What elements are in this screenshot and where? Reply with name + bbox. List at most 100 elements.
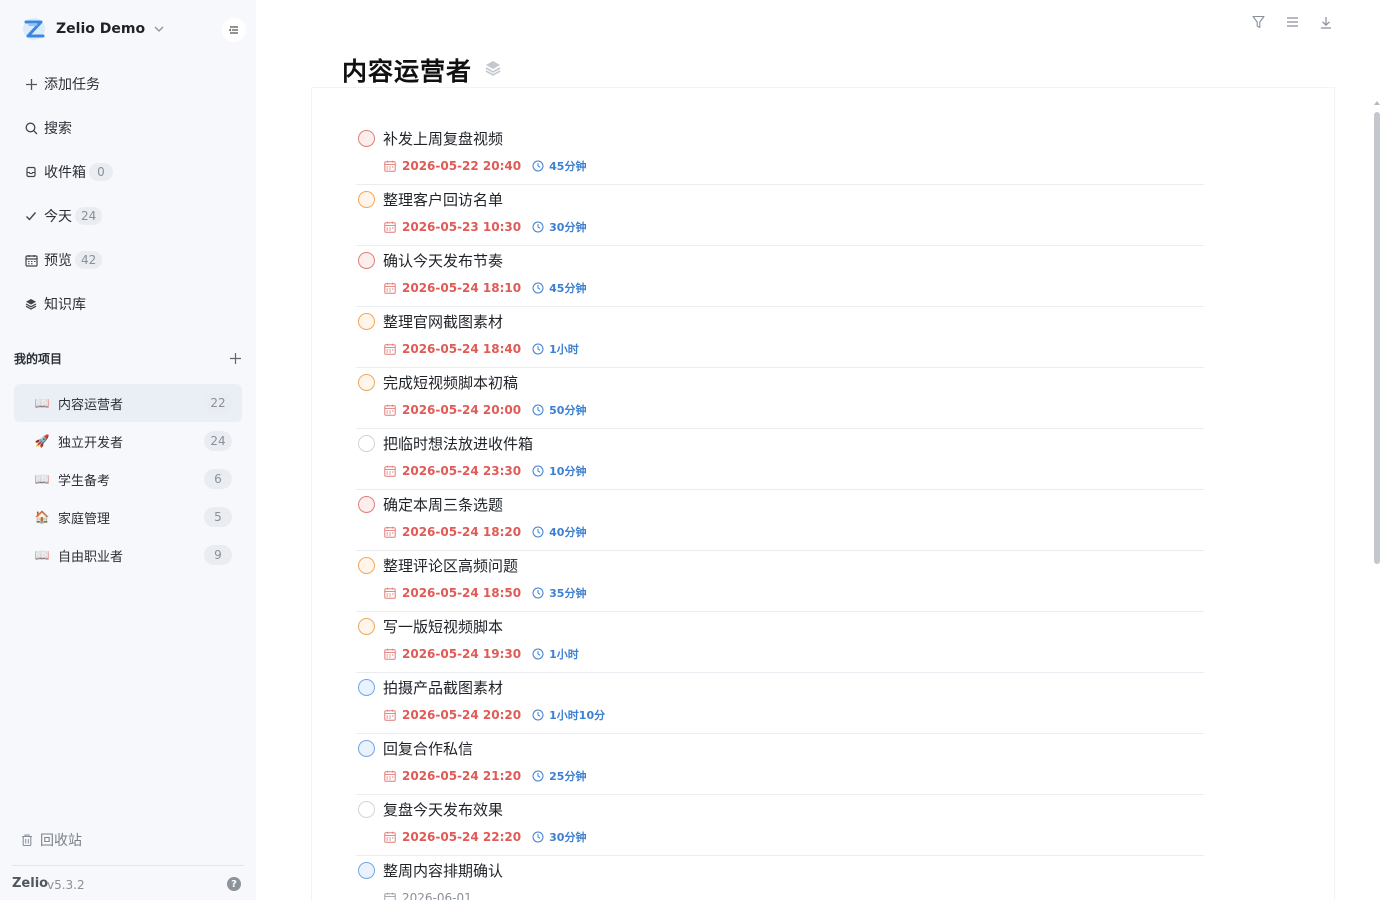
task-meta: 2026-05-24 18:10 45分钟 [384,281,586,295]
clock-icon [532,282,544,294]
task-row[interactable]: 整理官网截图素材 2026-05-24 18:40 1小时 [356,307,1204,368]
task-meta: 2026-05-24 18:40 1小时 [384,342,579,356]
clock-icon [532,709,544,721]
project-count-badge: 5 [204,507,232,527]
task-title: 整周内容排期确认 [383,862,504,880]
task-checkbox[interactable] [358,557,375,574]
task-meta: 2026-05-24 22:20 30分钟 [384,830,586,844]
task-row[interactable]: 把临时想法放进收件箱 2026-05-24 23:30 10分钟 [356,429,1204,490]
scrollbar-thumb[interactable] [1374,112,1380,564]
calendar-icon [384,160,396,172]
task-due-date: 2026-05-23 10:30 [402,220,522,234]
project-list: 📖 内容运营者 22 🚀 独立开发者 24 📖 学生备考 6 🏠 家庭管理 5 … [14,384,242,574]
task-duration: 25分钟 [549,770,587,783]
task-title: 把临时想法放进收件箱 [383,435,534,453]
task-duration: 40分钟 [549,526,587,539]
task-checkbox[interactable] [358,191,375,208]
task-duration: 30分钟 [549,221,587,234]
workspace-switcher[interactable]: Zelio Demo [22,16,165,42]
project-item-family-management[interactable]: 🏠 家庭管理 5 [14,498,242,536]
task-due-date: 2026-05-24 18:40 [402,342,522,356]
task-meta: 2026-06-01 [384,891,472,900]
task-checkbox[interactable] [358,374,375,391]
clock-icon [532,770,544,782]
task-row[interactable]: 确认今天发布节奏 2026-05-24 18:10 45分钟 [356,246,1204,307]
project-label: 内容运营者 [58,397,124,413]
nav-today[interactable]: 今天 24 [0,194,256,238]
clock-icon [532,648,544,660]
task-due-date: 2026-05-24 21:20 [402,769,522,783]
task-row[interactable]: 整理评论区高频问题 2026-05-24 18:50 35分钟 [356,551,1204,612]
task-list: 补发上周复盘视频 2026-05-22 20:40 45分钟 整理客户回访名单 … [356,124,1204,900]
task-checkbox[interactable] [358,618,375,635]
task-row[interactable]: 确定本周三条选题 2026-05-24 18:20 40分钟 [356,490,1204,551]
task-due-date: 2026-05-24 20:20 [402,708,522,722]
house-icon: 🏠 [34,510,50,524]
task-row[interactable]: 完成短视频脚本初稿 2026-05-24 20:00 50分钟 [356,368,1204,429]
task-row[interactable]: 拍摄产品截图素材 2026-05-24 20:20 1小时10分 [356,673,1204,734]
task-checkbox[interactable] [358,130,375,147]
trash-icon [22,834,32,847]
nav-knowledge[interactable]: 知识库 [0,282,256,326]
task-checkbox[interactable] [358,862,375,879]
chevron-down-icon [154,26,164,32]
task-meta: 2026-05-24 18:20 40分钟 [384,525,586,539]
trash-label: 回收站 [40,833,82,849]
help-icon[interactable]: ? [227,877,241,891]
nav-inbox[interactable]: 收件箱 0 [0,150,256,194]
task-checkbox[interactable] [358,313,375,330]
task-checkbox[interactable] [358,740,375,757]
trash-link[interactable]: 回收站 [20,830,82,850]
calendar-icon [384,221,396,233]
footer-divider [12,865,244,866]
task-due-date: 2026-05-24 19:30 [402,647,522,661]
task-duration: 45分钟 [549,160,587,173]
task-row[interactable]: 补发上周复盘视频 2026-05-22 20:40 45分钟 [356,124,1204,185]
task-checkbox[interactable] [358,496,375,513]
search-icon [24,121,38,135]
task-row[interactable]: 复盘今天发布效果 2026-05-24 22:20 30分钟 [356,795,1204,856]
filter-icon[interactable] [1250,14,1266,30]
nav-add-task[interactable]: 添加任务 [0,62,256,106]
project-item-content-operator[interactable]: 📖 内容运营者 22 [14,384,242,422]
calendar-icon [384,892,396,900]
task-row[interactable]: 整理客户回访名单 2026-05-23 10:30 30分钟 [356,185,1204,246]
task-row[interactable]: 整周内容排期确认 2026-06-01 [356,856,1204,900]
menu-icon[interactable] [1284,14,1300,30]
task-due-date: 2026-05-22 20:40 [402,159,522,173]
task-title: 确认今天发布节奏 [383,252,504,270]
layers-icon[interactable] [484,59,502,77]
task-duration: 1小时10分 [549,709,606,722]
task-meta: 2026-05-24 19:30 1小时 [384,647,579,661]
nav-knowledge-label: 知识库 [44,297,86,313]
add-project-plus-icon[interactable] [229,352,242,365]
collapse-sidebar-button[interactable] [222,18,246,42]
project-count-badge: 22 [204,393,232,413]
task-title: 补发上周复盘视频 [383,130,504,148]
calendar-icon [384,282,396,294]
task-checkbox[interactable] [358,679,375,696]
calendar-icon [24,253,38,267]
task-title: 拍摄产品截图素材 [383,679,504,697]
project-item-student-exam[interactable]: 📖 学生备考 6 [14,460,242,498]
task-checkbox[interactable] [358,801,375,818]
project-item-indie-developer[interactable]: 🚀 独立开发者 24 [14,422,242,460]
clock-icon [532,404,544,416]
project-item-freelancer[interactable]: 📖 自由职业者 9 [14,536,242,574]
task-meta: 2026-05-24 18:50 35分钟 [384,586,586,600]
task-row[interactable]: 写一版短视频脚本 2026-05-24 19:30 1小时 [356,612,1204,673]
book-icon: 📖 [34,396,50,410]
nav-preview[interactable]: 预览 42 [0,238,256,282]
scroll-up-arrow-icon[interactable] [1373,100,1381,106]
task-checkbox[interactable] [358,435,375,452]
task-duration: 35分钟 [549,587,587,600]
page-title: 内容运营者 [342,57,473,86]
rocket-icon: 🚀 [34,434,50,448]
task-due-date: 2026-05-24 18:20 [402,525,522,539]
task-due-date: 2026-05-24 20:00 [402,403,522,417]
download-icon[interactable] [1318,14,1334,30]
task-checkbox[interactable] [358,252,375,269]
main-content: 内容运营者 补发上周复盘视频 2026-05-22 20:40 45分钟 整理客… [256,0,1400,900]
task-row[interactable]: 回复合作私信 2026-05-24 21:20 25分钟 [356,734,1204,795]
nav-search[interactable]: 搜索 [0,106,256,150]
